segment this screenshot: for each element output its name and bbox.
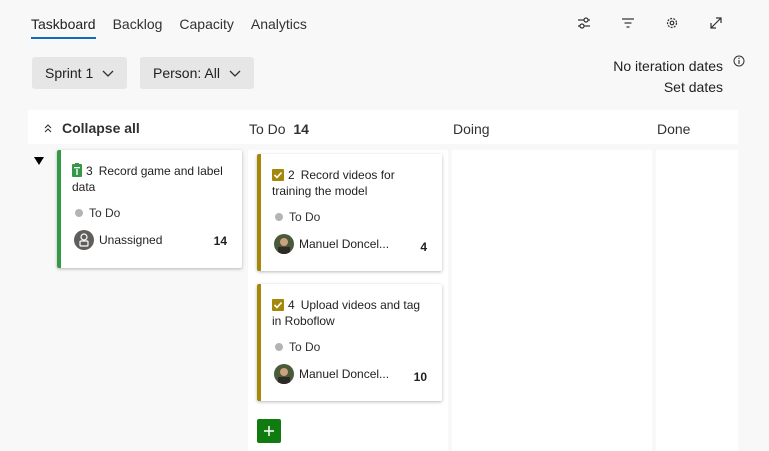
gear-icon[interactable] (663, 14, 681, 32)
card-color-bar (257, 154, 261, 271)
card-color-bar (57, 150, 61, 268)
card-assignee[interactable]: Unassigned (74, 230, 162, 250)
add-task-button[interactable] (257, 419, 281, 443)
unassigned-avatar-icon (74, 230, 94, 250)
hub-tabs: Taskboard Backlog Capacity Analytics (31, 16, 324, 39)
card-state-label: To Do (289, 210, 321, 224)
column-todo-label: To Do (249, 121, 286, 137)
sprint-dropdown[interactable]: Sprint 1 (32, 57, 128, 89)
plus-icon (264, 426, 274, 436)
card-state: To Do (275, 340, 320, 354)
info-icon[interactable] (733, 55, 745, 67)
filter-icon[interactable] (619, 14, 637, 32)
card-state-label: To Do (289, 340, 321, 354)
card-assignee-name: Manuel Doncel... (299, 237, 390, 251)
chevron-down-icon (102, 70, 114, 77)
set-dates-link[interactable]: Set dates (613, 77, 723, 98)
card-state: To Do (275, 210, 320, 224)
column-header-todo: To Do 14 (249, 121, 309, 137)
no-iteration-dates-text: No iteration dates (613, 58, 723, 74)
toolbar (575, 14, 725, 32)
collapse-all-label: Collapse all (62, 120, 140, 136)
column-doing (452, 150, 652, 451)
card-remaining-work: 4 (420, 240, 427, 254)
card-assignee-name: Unassigned (99, 233, 163, 247)
avatar (274, 364, 294, 384)
column-header-doing: Doing (453, 121, 490, 137)
sprint-dropdown-label: Sprint 1 (45, 65, 94, 81)
card-id: 2 (288, 168, 295, 182)
person-dropdown-label: Person: All (153, 65, 220, 81)
backlog-item-icon (72, 163, 82, 177)
card-color-bar (257, 284, 261, 401)
card-title: 3 Record game and label data (72, 163, 232, 195)
state-dot (275, 213, 283, 221)
card-assignee[interactable]: Manuel Doncel... (274, 234, 389, 254)
card-assignee-name: Manuel Doncel... (299, 367, 390, 381)
state-dot (75, 209, 83, 217)
card-remaining-work: 10 (413, 370, 427, 384)
fullscreen-icon[interactable] (707, 14, 725, 32)
parent-work-item-card[interactable]: 3 Record game and label data To Do Unassi… (57, 150, 242, 268)
card-state: To Do (75, 206, 120, 220)
card-remaining-work: 14 (213, 234, 227, 248)
task-card[interactable]: 2 Record videos for training the model To… (257, 154, 442, 271)
card-title-text[interactable]: Record game and label data (72, 164, 223, 194)
state-dot (275, 343, 283, 351)
person-dropdown[interactable]: Person: All (140, 57, 254, 89)
tab-capacity[interactable]: Capacity (179, 16, 233, 39)
tab-backlog[interactable]: Backlog (113, 16, 163, 39)
card-id: 3 (86, 164, 93, 178)
card-assignee[interactable]: Manuel Doncel... (274, 364, 389, 384)
chevron-down-icon (229, 70, 241, 77)
expand-row-icon[interactable] (33, 155, 45, 167)
column-todo-count: 14 (293, 121, 309, 137)
double-chevron-up-icon (44, 124, 52, 133)
task-icon (272, 299, 284, 311)
tab-analytics[interactable]: Analytics (251, 16, 307, 39)
column-header-done: Done (657, 121, 691, 137)
task-icon (272, 169, 284, 181)
card-state-label: To Do (89, 206, 121, 220)
avatar (274, 234, 294, 254)
collapse-all-button[interactable]: Collapse all (43, 120, 140, 136)
card-title: 2 Record videos for training the model (272, 167, 432, 199)
column-done (656, 150, 738, 451)
settings-sliders-icon[interactable] (575, 14, 593, 32)
tab-taskboard[interactable]: Taskboard (31, 16, 96, 39)
iteration-dates: No iteration dates Set dates (613, 56, 723, 98)
card-id: 4 (288, 298, 295, 312)
task-card[interactable]: 4 Upload videos and tag in Roboflow To Do… (257, 284, 442, 401)
card-title: 4 Upload videos and tag in Roboflow (272, 297, 432, 329)
